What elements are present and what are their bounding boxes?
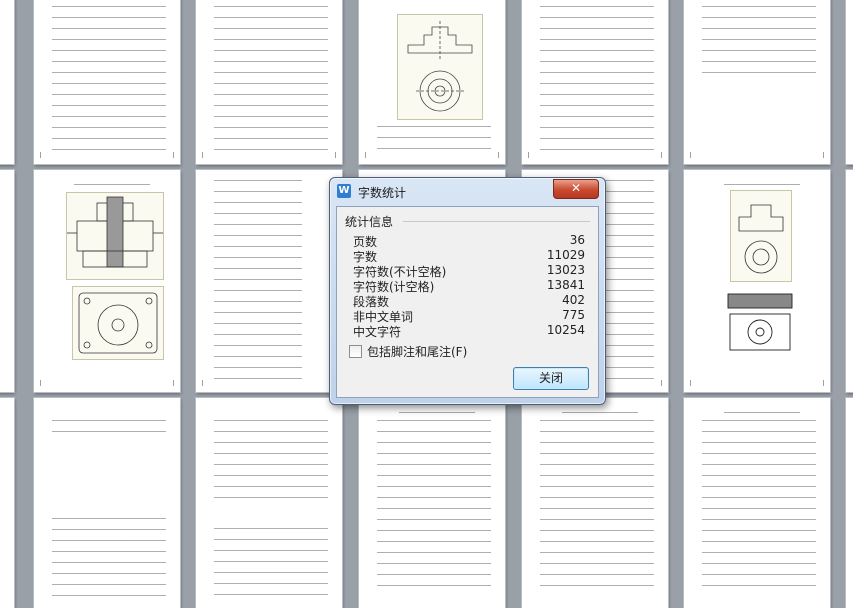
document-page[interactable]	[196, 398, 342, 608]
stat-value: 13841	[546, 278, 585, 292]
document-page[interactable]	[0, 170, 14, 392]
document-page[interactable]	[34, 398, 180, 608]
stat-value: 36	[569, 233, 585, 247]
stat-value: 402	[562, 293, 585, 307]
include-footnotes-label[interactable]: 包括脚注和尾注(F)	[367, 343, 467, 360]
part-drawing	[724, 292, 798, 354]
document-page[interactable]	[522, 398, 668, 608]
assembly-drawing	[66, 192, 164, 280]
include-footnotes-checkbox[interactable]	[349, 345, 362, 358]
stat-value: 775	[562, 308, 585, 322]
stat-label: 中文字符	[353, 325, 402, 339]
document-page[interactable]	[359, 0, 505, 164]
part-drawing	[730, 190, 792, 282]
stat-row-paragraphs: 段落数 402	[353, 293, 585, 309]
document-page[interactable]	[846, 0, 853, 164]
document-page[interactable]	[0, 398, 14, 608]
document-page[interactable]	[684, 170, 830, 392]
stat-value: 13023	[546, 263, 585, 277]
close-button[interactable]: 关闭	[513, 367, 589, 390]
stat-row-pages: 页数 36	[353, 233, 585, 249]
stat-row-non-chinese-words: 非中文单词 775	[353, 308, 585, 324]
dialog-body: 统计信息 页数 36 字数 11029 字符数(不计空格) 13023 字符数(…	[336, 206, 599, 398]
document-page[interactable]	[846, 398, 853, 608]
document-page[interactable]	[0, 0, 14, 164]
document-page[interactable]	[196, 170, 342, 392]
document-page[interactable]	[359, 398, 505, 608]
document-page[interactable]	[34, 170, 180, 392]
document-page[interactable]	[196, 0, 342, 164]
document-page[interactable]	[684, 398, 830, 608]
stat-value: 10254	[546, 323, 585, 337]
document-page[interactable]	[684, 0, 830, 164]
stat-row-chars-with-spaces: 字符数(计空格) 13841	[353, 278, 585, 294]
group-divider	[403, 221, 590, 222]
statistics-group-label: 统计信息	[345, 215, 394, 229]
dialog-titlebar[interactable]: W 字数统计 ✕	[330, 178, 605, 204]
technical-drawing	[397, 14, 483, 120]
word-count-dialog: W 字数统计 ✕ 统计信息 页数 36 字数 11029 字符数(不计空格) 1…	[329, 177, 606, 405]
stat-row-words: 字数 11029	[353, 248, 585, 264]
close-icon[interactable]: ✕	[553, 179, 599, 199]
document-page[interactable]	[846, 170, 853, 392]
stat-value: 11029	[546, 248, 585, 262]
assembly-drawing	[72, 286, 164, 360]
document-page[interactable]	[34, 0, 180, 164]
stat-row-chars-no-spaces: 字符数(不计空格) 13023	[353, 263, 585, 279]
stat-row-chinese-chars: 中文字符 10254	[353, 323, 585, 339]
document-page[interactable]	[522, 0, 668, 164]
dialog-title: 字数统计	[358, 186, 407, 200]
wps-writer-icon: W	[337, 184, 351, 198]
